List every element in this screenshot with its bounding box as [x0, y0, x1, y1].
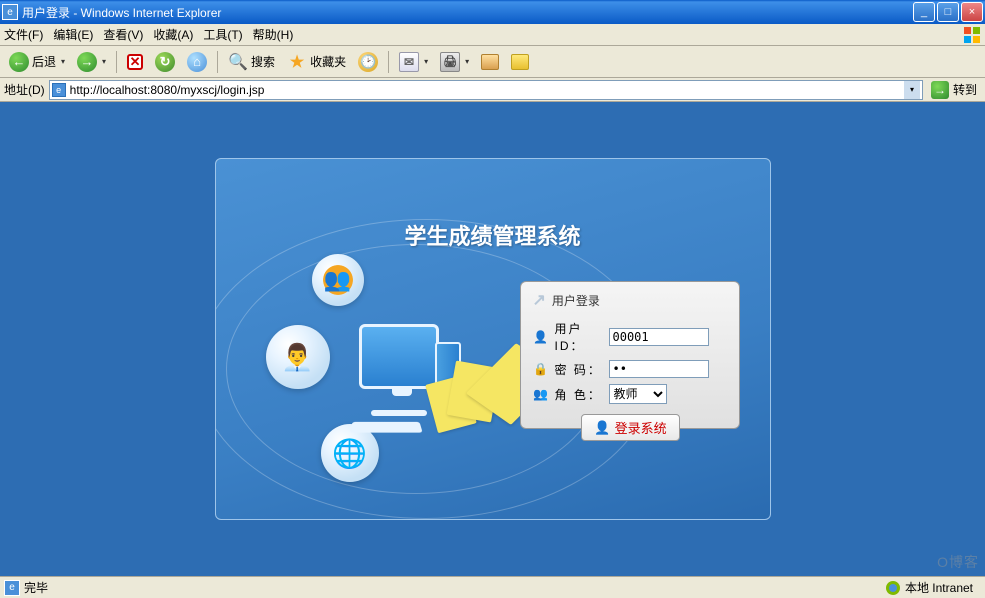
- decor-bubble-worker-icon: [266, 325, 330, 389]
- window-title: 用户登录 - Windows Internet Explorer: [22, 4, 913, 21]
- history-icon: 🕑: [358, 52, 378, 72]
- login-form: ↗ 用户登录 👤 用户ID： 🔒 密 码： 👥 角 色： 教师 👤: [520, 281, 740, 429]
- login-run-icon: 👤: [594, 420, 610, 436]
- chevron-down-icon: ▾: [465, 57, 469, 66]
- security-zone: 本地 Intranet: [885, 579, 973, 596]
- password-input[interactable]: [609, 360, 709, 378]
- userid-label: 用户ID：: [555, 320, 603, 354]
- login-button-label: 登录系统: [615, 418, 667, 437]
- forward-icon: →: [77, 52, 97, 72]
- address-field[interactable]: e http://localhost:8080/myxscj/login.jsp…: [49, 80, 923, 100]
- decor-bubble-users-icon: [312, 254, 364, 306]
- role-label: 角 色：: [555, 386, 603, 403]
- role-icon: 👥: [533, 386, 549, 402]
- app-icon: e: [2, 4, 18, 20]
- password-label: 密 码：: [555, 361, 603, 378]
- status-bar: e 完毕 本地 Intranet: [0, 576, 985, 598]
- role-select[interactable]: 教师: [609, 384, 667, 404]
- search-icon: 🔍: [228, 52, 248, 72]
- home-button[interactable]: ⌂: [182, 50, 212, 74]
- mail-icon: ✉: [399, 52, 419, 72]
- edit-button[interactable]: [476, 50, 504, 74]
- lock-icon: 🔒: [533, 361, 549, 377]
- menu-favorites[interactable]: 收藏(A): [153, 26, 193, 43]
- address-bar: 地址(D) e http://localhost:8080/myxscj/log…: [0, 78, 985, 102]
- folder-icon: [511, 54, 529, 70]
- history-button[interactable]: 🕑: [353, 50, 383, 74]
- home-icon: ⌂: [187, 52, 207, 72]
- address-label: 地址(D): [4, 81, 45, 98]
- favorites-button[interactable]: ★ 收藏夹: [282, 50, 351, 74]
- menu-file[interactable]: 文件(F): [4, 26, 43, 43]
- maximize-button[interactable]: □: [937, 2, 959, 22]
- login-header: ↗ 用户登录: [533, 290, 729, 310]
- forward-button[interactable]: → ▾: [72, 50, 111, 74]
- page-viewport: 学生成绩管理系统 ↗ 用户登录 👤 用户ID： 🔒 密 码：: [0, 102, 985, 576]
- mail-button[interactable]: ✉▾: [394, 50, 433, 74]
- back-button[interactable]: ← 后退 ▾: [4, 50, 70, 74]
- separator: [116, 51, 117, 73]
- search-button[interactable]: 🔍 搜索: [223, 50, 280, 74]
- go-icon: →: [931, 81, 949, 99]
- menu-bar: 文件(F) 编辑(E) 查看(V) 收藏(A) 工具(T) 帮助(H): [0, 24, 985, 46]
- app-title: 学生成绩管理系统: [404, 219, 580, 251]
- stop-icon: ✕: [127, 54, 143, 70]
- userid-input[interactable]: [609, 328, 709, 346]
- status-page-icon: e: [4, 580, 20, 596]
- page-favicon-icon: e: [52, 83, 66, 97]
- chevron-down-icon: ▾: [61, 57, 65, 66]
- zone-label: 本地 Intranet: [905, 579, 973, 596]
- login-title: 用户登录: [552, 292, 600, 309]
- window-titlebar: e 用户登录 - Windows Internet Explorer _ □ ×: [0, 0, 985, 24]
- stop-button[interactable]: ✕: [122, 50, 148, 74]
- login-button[interactable]: 👤 登录系统: [581, 414, 679, 441]
- favorites-label: 收藏夹: [310, 53, 346, 70]
- status-text: 完毕: [24, 579, 885, 596]
- chevron-down-icon: ▾: [424, 57, 428, 66]
- print-button[interactable]: 🖨▾: [435, 50, 474, 74]
- go-label: 转到: [953, 81, 977, 98]
- back-icon: ←: [9, 52, 29, 72]
- login-panel: 学生成绩管理系统 ↗ 用户登录 👤 用户ID： 🔒 密 码：: [215, 158, 771, 520]
- discuss-button[interactable]: [506, 50, 534, 74]
- back-label: 后退: [32, 53, 56, 70]
- intranet-icon: [885, 580, 901, 596]
- address-url: http://localhost:8080/myxscj/login.jsp: [70, 83, 900, 97]
- print-icon: 🖨: [440, 52, 460, 72]
- close-button[interactable]: ×: [961, 2, 983, 22]
- go-button[interactable]: → 转到: [927, 81, 981, 99]
- search-label: 搜索: [251, 53, 275, 70]
- address-dropdown-icon[interactable]: ▾: [904, 81, 920, 99]
- minimize-button[interactable]: _: [913, 2, 935, 22]
- menu-help[interactable]: 帮助(H): [253, 26, 294, 43]
- arrow-icon: ↗: [533, 290, 546, 310]
- menu-view[interactable]: 查看(V): [103, 26, 143, 43]
- chevron-down-icon: ▾: [102, 57, 106, 66]
- windows-flag-icon: [963, 26, 981, 44]
- refresh-icon: ↻: [155, 52, 175, 72]
- user-icon: 👤: [533, 329, 549, 345]
- menu-edit[interactable]: 编辑(E): [53, 26, 93, 43]
- edit-icon: [481, 54, 499, 70]
- menu-tools[interactable]: 工具(T): [203, 26, 242, 43]
- separator: [388, 51, 389, 73]
- refresh-button[interactable]: ↻: [150, 50, 180, 74]
- separator: [217, 51, 218, 73]
- star-icon: ★: [287, 52, 307, 72]
- toolbar: ← 后退 ▾ → ▾ ✕ ↻ ⌂ 🔍 搜索 ★ 收藏夹 🕑 ✉▾ 🖨▾: [0, 46, 985, 78]
